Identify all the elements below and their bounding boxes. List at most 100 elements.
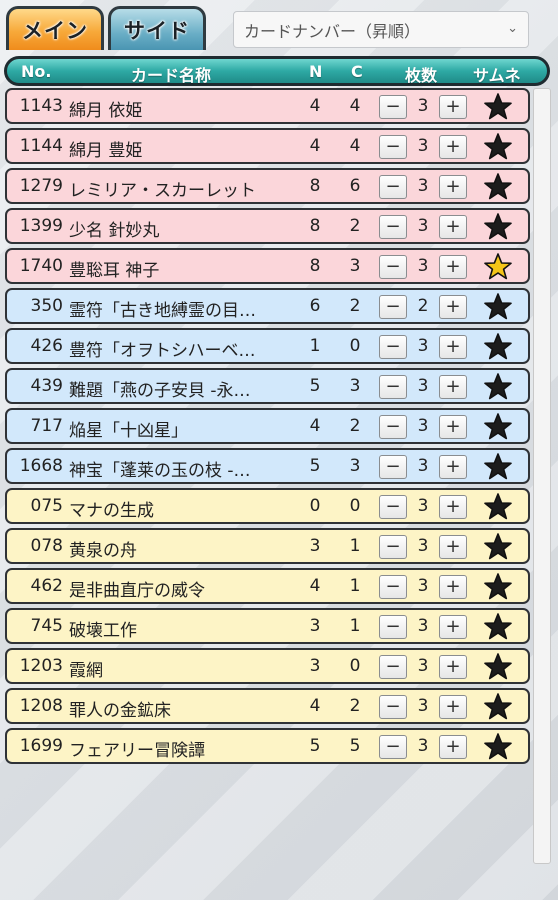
star-icon[interactable] <box>483 612 513 642</box>
table-row[interactable]: 1668 神宝「蓬莱の玉の枝 -… 5 3−3 + <box>5 448 530 484</box>
card-c: 5 <box>349 736 361 756</box>
star-icon[interactable] <box>483 572 513 602</box>
card-count: 3 <box>417 216 429 236</box>
table-row[interactable]: 1144 綿月 豊姫 4 4−3 + <box>5 128 530 164</box>
star-icon[interactable] <box>483 372 513 402</box>
card-name: 霞網 <box>69 661 103 681</box>
star-icon[interactable] <box>483 412 513 442</box>
decrement-button[interactable]: − <box>379 375 407 399</box>
star-icon[interactable] <box>483 492 513 522</box>
decrement-button[interactable]: − <box>379 615 407 639</box>
increment-button[interactable]: + <box>439 455 467 479</box>
table-row[interactable]: 1279 レミリア・スカーレット 8 6−3 + <box>5 168 530 204</box>
increment-button[interactable]: + <box>439 95 467 119</box>
chevron-down-icon: ⌄ <box>507 21 518 36</box>
star-icon[interactable] <box>483 92 513 122</box>
card-c: 2 <box>349 216 361 236</box>
table-row[interactable]: 1143 綿月 依姫 4 4−3 + <box>5 88 530 124</box>
card-name: 神宝「蓬莱の玉の枝 -… <box>69 461 251 481</box>
card-number: 1699 <box>19 736 63 756</box>
table-row[interactable]: 1740 豊聡耳 神子 8 3−3 + <box>5 248 530 284</box>
card-n: 3 <box>309 656 321 676</box>
increment-button[interactable]: + <box>439 295 467 319</box>
decrement-button[interactable]: − <box>379 495 407 519</box>
card-number: 1399 <box>19 216 63 236</box>
increment-button[interactable]: + <box>439 215 467 239</box>
star-icon[interactable] <box>483 332 513 362</box>
card-number: 1279 <box>19 176 63 196</box>
card-name: 是非曲直庁の威令 <box>69 581 205 601</box>
card-count: 3 <box>417 656 429 676</box>
decrement-button[interactable]: − <box>379 255 407 279</box>
star-icon[interactable] <box>483 692 513 722</box>
decrement-button[interactable]: − <box>379 575 407 599</box>
card-number: 717 <box>30 416 63 436</box>
header-name: カード名称 <box>131 66 212 85</box>
decrement-button[interactable]: − <box>379 735 407 759</box>
tab-side[interactable]: サイド <box>108 6 206 50</box>
decrement-button[interactable]: − <box>379 535 407 559</box>
table-row[interactable]: 462 是非曲直庁の威令 4 1−3 + <box>5 568 530 604</box>
increment-button[interactable]: + <box>439 615 467 639</box>
increment-button[interactable]: + <box>439 535 467 559</box>
decrement-button[interactable]: − <box>379 695 407 719</box>
decrement-button[interactable]: − <box>379 655 407 679</box>
increment-button[interactable]: + <box>439 255 467 279</box>
table-row[interactable]: 745 破壊工作 3 1−3 + <box>5 608 530 644</box>
header-thumb: サムネ <box>473 66 521 85</box>
card-number: 426 <box>30 336 63 356</box>
sort-select[interactable]: カードナンバー（昇順） ⌄ <box>233 11 529 48</box>
decrement-button[interactable]: − <box>379 455 407 479</box>
card-name: マナの生成 <box>69 501 154 521</box>
card-c: 0 <box>349 336 361 356</box>
decrement-button[interactable]: − <box>379 415 407 439</box>
card-c: 3 <box>349 256 361 276</box>
table-row[interactable]: 717 焔星「十凶星」 4 2−3 + <box>5 408 530 444</box>
star-icon[interactable] <box>483 732 513 762</box>
star-icon[interactable] <box>483 452 513 482</box>
decrement-button[interactable]: − <box>379 215 407 239</box>
increment-button[interactable]: + <box>439 655 467 679</box>
increment-button[interactable]: + <box>439 415 467 439</box>
tab-main[interactable]: メイン <box>6 6 104 50</box>
table-row[interactable]: 350 霊符「古き地縛霊の目… 6 2−2 + <box>5 288 530 324</box>
table-row[interactable]: 1399 少名 針妙丸 8 2−3 + <box>5 208 530 244</box>
card-n: 4 <box>309 136 321 156</box>
decrement-button[interactable]: − <box>379 175 407 199</box>
increment-button[interactable]: + <box>439 135 467 159</box>
star-icon[interactable] <box>483 532 513 562</box>
increment-button[interactable]: + <box>439 575 467 599</box>
decrement-button[interactable]: − <box>379 135 407 159</box>
card-count: 3 <box>417 696 429 716</box>
table-row[interactable]: 1203 霞網 3 0−3 + <box>5 648 530 684</box>
card-name: 豊符「オヲトシハーベ… <box>69 341 256 361</box>
star-icon[interactable] <box>483 652 513 682</box>
table-row[interactable]: 439 難題「燕の子安貝 -永… 5 3−3 + <box>5 368 530 404</box>
scrollbar[interactable] <box>533 88 551 864</box>
star-icon[interactable] <box>483 252 513 282</box>
increment-button[interactable]: + <box>439 495 467 519</box>
increment-button[interactable]: + <box>439 375 467 399</box>
star-icon[interactable] <box>483 132 513 162</box>
decrement-button[interactable]: − <box>379 335 407 359</box>
card-n: 6 <box>309 296 321 316</box>
star-icon[interactable] <box>483 172 513 202</box>
card-count: 3 <box>417 176 429 196</box>
table-row[interactable]: 426 豊符「オヲトシハーベ… 1 0−3 + <box>5 328 530 364</box>
decrement-button[interactable]: − <box>379 295 407 319</box>
table-row[interactable]: 1208 罪人の金鉱床 4 2−3 + <box>5 688 530 724</box>
star-icon[interactable] <box>483 212 513 242</box>
decrement-button[interactable]: − <box>379 95 407 119</box>
card-c: 2 <box>349 696 361 716</box>
table-row[interactable]: 1699 フェアリー冒険譚 5 5−3 + <box>5 728 530 764</box>
star-icon[interactable] <box>483 292 513 322</box>
increment-button[interactable]: + <box>439 695 467 719</box>
card-count: 3 <box>417 736 429 756</box>
increment-button[interactable]: + <box>439 335 467 359</box>
table-row[interactable]: 078 黄泉の舟 3 1−3 + <box>5 528 530 564</box>
card-n: 4 <box>309 96 321 116</box>
increment-button[interactable]: + <box>439 735 467 759</box>
increment-button[interactable]: + <box>439 175 467 199</box>
card-name: 難題「燕の子安貝 -永… <box>69 381 251 401</box>
table-row[interactable]: 075 マナの生成 0 0−3 + <box>5 488 530 524</box>
